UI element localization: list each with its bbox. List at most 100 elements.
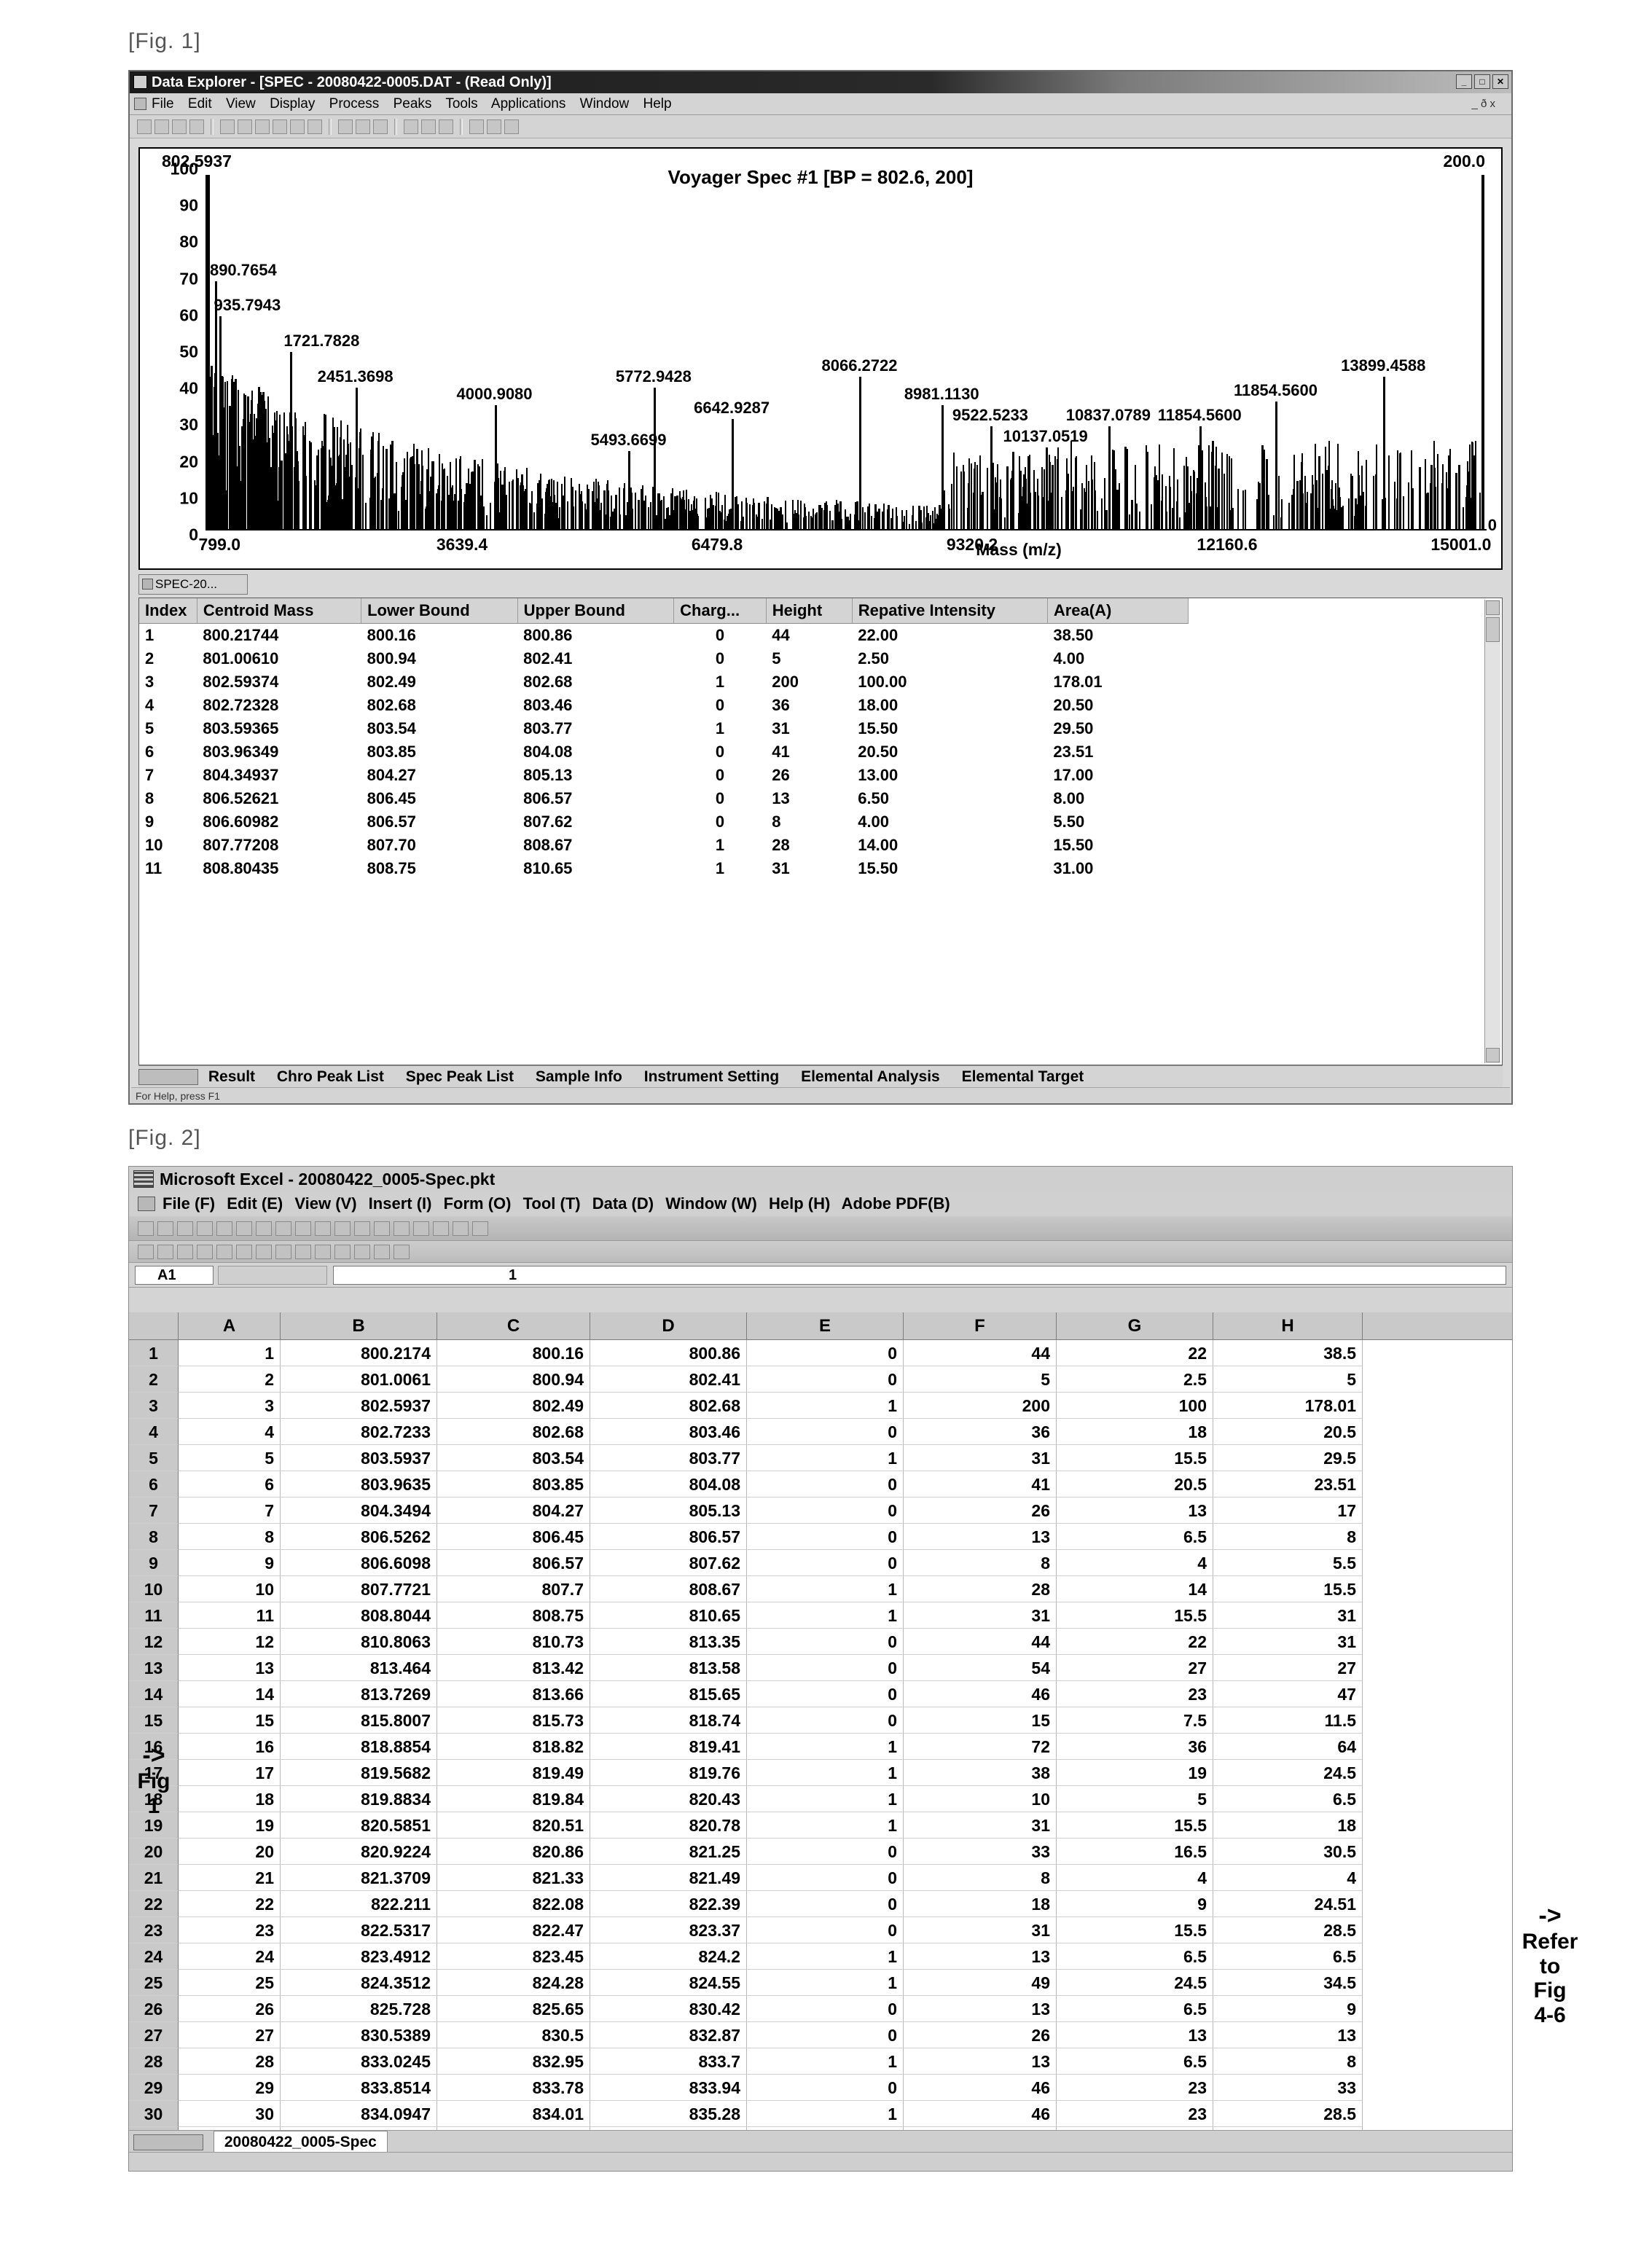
sheet-cell[interactable]: 806.6098 xyxy=(281,1550,437,1576)
row-header[interactable]: 6 xyxy=(129,1471,179,1497)
sheet-row[interactable]: 26 26 825.728 825.65 830.42 0 13 6.5 9 xyxy=(129,1996,1512,2022)
sheet-cell[interactable]: 36 xyxy=(904,1419,1057,1445)
noise-icon[interactable] xyxy=(290,119,305,134)
sheet-cell[interactable]: 802.49 xyxy=(437,1393,590,1419)
sheet-cell[interactable]: 0 xyxy=(747,1629,904,1655)
scrollbar-thumb[interactable] xyxy=(1486,617,1500,642)
sheet-cell[interactable]: 5 xyxy=(1057,1786,1213,1812)
sheet-cell[interactable]: 13 xyxy=(904,1996,1057,2022)
sheet-cell[interactable]: 24.5 xyxy=(1057,1970,1213,1996)
sheet-cell[interactable]: 18 xyxy=(1213,1812,1363,1839)
column-header-5[interactable]: Height xyxy=(766,598,853,624)
align-left-icon[interactable] xyxy=(236,1244,252,1259)
sheet-cell[interactable]: 813.66 xyxy=(437,1681,590,1707)
sheet-cell[interactable]: 72 xyxy=(904,1734,1057,1760)
menu-process[interactable]: Process xyxy=(329,96,380,111)
excel-menu-adobe-pdf[interactable]: Adobe PDF(B) xyxy=(842,1194,950,1213)
sheet-cell[interactable]: 804.3494 xyxy=(281,1497,437,1524)
font-name-box[interactable] xyxy=(138,1244,154,1259)
sheet-row[interactable]: 27 27 830.5389 830.5 832.87 0 26 13 13 xyxy=(129,2022,1512,2048)
sheet-row[interactable]: 12 12 810.8063 810.73 813.35 0 44 22 31 xyxy=(129,1629,1512,1655)
sheet-cell[interactable]: 820.78 xyxy=(590,1812,747,1839)
sheet-cell[interactable]: 14 xyxy=(179,1681,281,1707)
sheet-cell[interactable]: 1 xyxy=(179,1340,281,1366)
sheet-cell[interactable]: 20.5 xyxy=(1057,1471,1213,1497)
sheet-cell[interactable]: 27 xyxy=(1213,1655,1363,1681)
sheet-row[interactable]: 2 2 801.0061 800.94 802.41 0 5 2.5 5 xyxy=(129,1366,1512,1393)
sheet-cell[interactable]: 23.51 xyxy=(1213,1471,1363,1497)
sheet-cell[interactable]: 7.5 xyxy=(1057,1707,1213,1734)
minimize-button[interactable]: _ xyxy=(1456,74,1472,89)
sheet-cell[interactable]: 806.5262 xyxy=(281,1524,437,1550)
sheet-cell[interactable]: 64 xyxy=(1213,1734,1363,1760)
table-row[interactable]: 2 801.00610 800.94 802.41 0 5 2.50 4.00 xyxy=(139,647,1189,670)
sheet-tab-bar[interactable]: 20080422_0005-Spec xyxy=(129,2130,1512,2153)
sheet-cell[interactable]: 1 xyxy=(747,1393,904,1419)
sheet-cell[interactable]: 36 xyxy=(1057,1734,1213,1760)
sheet-cell[interactable]: 6.5 xyxy=(1057,2048,1213,2075)
sheet-cell[interactable]: 819.49 xyxy=(437,1760,590,1786)
print-preview-icon[interactable] xyxy=(216,1221,232,1236)
sheet-cell[interactable]: 20 xyxy=(179,1839,281,1865)
sheet-row[interactable]: 7 7 804.3494 804.27 805.13 0 26 13 17 xyxy=(129,1497,1512,1524)
sheet-cell[interactable]: 813.42 xyxy=(437,1655,590,1681)
sheet-row[interactable]: 6 6 803.9635 803.85 804.08 0 41 20.5 23.51 xyxy=(129,1471,1512,1497)
sheet-cell[interactable]: 810.73 xyxy=(437,1629,590,1655)
sheet-cell[interactable]: 47 xyxy=(1213,1681,1363,1707)
scroll-up-arrow[interactable] xyxy=(1486,600,1500,615)
sheet-row[interactable]: 30 30 834.0947 834.01 835.28 1 46 23 28.5 xyxy=(129,2101,1512,2127)
table-vertical-scrollbar[interactable] xyxy=(1484,600,1500,1063)
sheet-cell[interactable]: 0 xyxy=(747,1550,904,1576)
column-header-B[interactable]: B xyxy=(281,1312,437,1339)
sheet-cell[interactable]: 804.27 xyxy=(437,1497,590,1524)
row-header[interactable]: 4 xyxy=(129,1419,179,1445)
sheet-cell[interactable]: 821.3709 xyxy=(281,1865,437,1891)
undo-icon[interactable] xyxy=(334,1221,351,1236)
fig1-menubar[interactable]: File Edit View Display Process Peaks Too… xyxy=(130,93,1511,115)
sheet-cell[interactable]: 0 xyxy=(747,1707,904,1734)
excel-menu-window[interactable]: Window (W) xyxy=(665,1194,757,1213)
print-icon[interactable] xyxy=(154,119,169,134)
help-icon[interactable] xyxy=(472,1221,488,1236)
sheet-cell[interactable]: 10 xyxy=(179,1576,281,1602)
sheet-row[interactable]: 20 20 820.9224 820.86 821.25 0 33 16.5 30.5 xyxy=(129,1839,1512,1865)
row-header[interactable]: 27 xyxy=(129,2022,179,2048)
cut-icon[interactable] xyxy=(256,1221,272,1236)
column-header-4[interactable]: Charg... xyxy=(673,598,767,624)
sheet-cell[interactable]: 818.82 xyxy=(437,1734,590,1760)
menu-file[interactable]: File xyxy=(152,96,174,111)
sheet-cell[interactable]: 4 xyxy=(1213,1865,1363,1891)
autosum-icon[interactable] xyxy=(374,1221,390,1236)
sheet-cell[interactable]: 31 xyxy=(1213,1602,1363,1629)
grid-icon[interactable] xyxy=(404,119,418,134)
sheet-cell[interactable]: 807.7721 xyxy=(281,1576,437,1602)
column-header-6[interactable]: Repative Intensity xyxy=(852,598,1048,624)
sheet-cell[interactable]: 11.5 xyxy=(1213,1707,1363,1734)
sheet-row[interactable]: 25 25 824.3512 824.28 824.55 1 49 24.5 34.5 xyxy=(129,1970,1512,1996)
excel-menu-file[interactable]: File (F) xyxy=(163,1194,215,1213)
sheet-cell[interactable]: 15.5 xyxy=(1057,1602,1213,1629)
column-header-C[interactable]: C xyxy=(437,1312,590,1339)
menu-edit[interactable]: Edit xyxy=(188,96,212,111)
sheet-cell[interactable]: 0 xyxy=(747,1471,904,1497)
sheet-cell[interactable]: 824.2 xyxy=(590,1943,747,1970)
sheet-cell[interactable]: 800.86 xyxy=(590,1340,747,1366)
sheet-cell[interactable]: 28.5 xyxy=(1213,2101,1363,2127)
sheet-cell[interactable]: 5 xyxy=(179,1445,281,1471)
sheet-cell[interactable]: 8 xyxy=(904,1550,1057,1576)
merge-cells-icon[interactable] xyxy=(295,1244,311,1259)
sheet-cell[interactable]: 822.5317 xyxy=(281,1917,437,1943)
sheet-cell[interactable]: 4 xyxy=(179,1419,281,1445)
excel-menu-data[interactable]: Data (D) xyxy=(592,1194,654,1213)
row-header[interactable]: 7 xyxy=(129,1497,179,1524)
sheet-cell[interactable]: 24.51 xyxy=(1213,1891,1363,1917)
sheet-cell[interactable]: 833.7 xyxy=(590,2048,747,2075)
sheet-cell[interactable]: 22 xyxy=(1057,1629,1213,1655)
sheet-row[interactable]: 13 13 813.464 813.42 813.58 0 54 27 27 xyxy=(129,1655,1512,1681)
sheet-cell[interactable]: 25 xyxy=(179,1970,281,1996)
sheet-cell[interactable]: 44 xyxy=(904,1340,1057,1366)
sheet-cell[interactable]: 819.41 xyxy=(590,1734,747,1760)
peak-icon[interactable] xyxy=(255,119,270,134)
sheet-cell[interactable]: 8 xyxy=(1213,2048,1363,2075)
sheet-cell[interactable]: 46 xyxy=(904,1681,1057,1707)
